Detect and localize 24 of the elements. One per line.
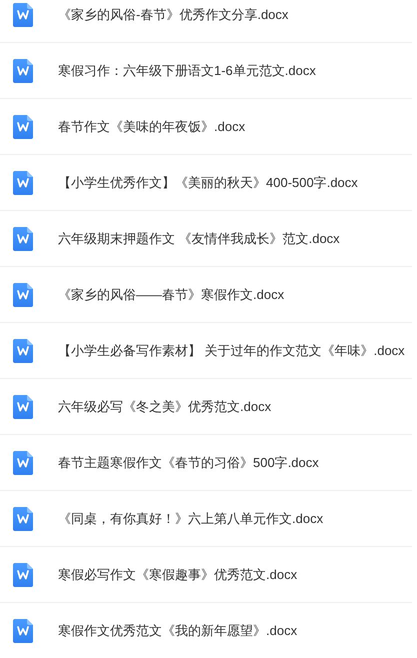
file-name[interactable]: 《家乡的风俗-春节》优秀作文分享.docx xyxy=(58,4,288,24)
file-name[interactable]: 春节作文《美味的年夜饭》.docx xyxy=(58,116,246,136)
word-document-icon xyxy=(13,2,33,26)
word-document-icon xyxy=(13,394,33,418)
file-name[interactable]: 《家乡的风俗——春节》寒假作文.docx xyxy=(58,284,284,304)
file-name[interactable]: 【小学生必备写作素材】 关于过年的作文范文《年味》.docx xyxy=(58,340,405,360)
file-name[interactable]: 寒假作文优秀范文《我的新年愿望》.docx xyxy=(58,620,298,640)
word-document-icon xyxy=(13,170,33,194)
file-name[interactable]: 《同桌，有你真好！》六上第八单元作文.docx xyxy=(58,508,324,528)
word-document-icon xyxy=(13,58,33,82)
word-document-icon xyxy=(13,562,33,586)
word-document-icon xyxy=(13,450,33,474)
word-document-icon xyxy=(13,226,33,250)
word-document-icon xyxy=(13,618,33,642)
file-name[interactable]: 六年级期末押题作文 《友情伴我成长》范文.docx xyxy=(58,228,340,248)
word-document-icon xyxy=(13,114,33,138)
file-name[interactable]: 寒假必写作文《寒假趣事》优秀范文.docx xyxy=(58,564,298,584)
word-document-icon xyxy=(13,338,33,362)
word-document-icon xyxy=(13,282,33,306)
file-name[interactable]: 寒假习作：六年级下册语文1-6单元范文.docx xyxy=(58,60,316,80)
file-name[interactable]: 六年级必写《冬之美》优秀范文.docx xyxy=(58,396,272,416)
file-name[interactable]: 春节主题寒假作文《春节的习俗》500字.docx xyxy=(58,452,319,472)
word-document-icon xyxy=(13,506,33,530)
file-name[interactable]: 【小学生优秀作文】《美丽的秋天》400-500字.docx xyxy=(58,172,358,192)
